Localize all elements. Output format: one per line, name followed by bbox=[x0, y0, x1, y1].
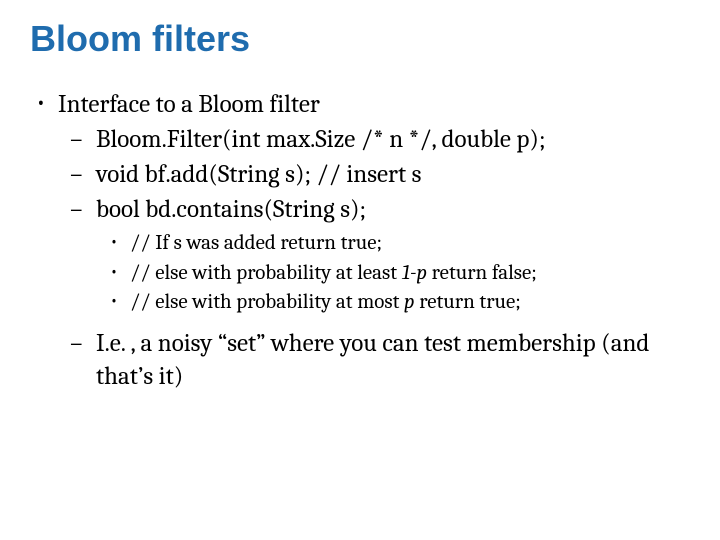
bullet-text: return false; bbox=[427, 261, 537, 285]
bullet-list-lvl1: Interface to a Bloom filter Bloom.Filter… bbox=[30, 88, 690, 393]
bullet-text: I.e. , a noisy “set” where you can test … bbox=[96, 329, 649, 391]
bullet-lvl2-item: bool bd.contains(String s); // If s was … bbox=[58, 193, 690, 317]
bullet-lvl3-item: // If s was added return true; bbox=[96, 230, 690, 258]
bullet-text-italic: 1-p bbox=[402, 261, 427, 285]
bullet-text: // else with probability at most bbox=[130, 290, 404, 314]
slide-body: Interface to a Bloom filter Bloom.Filter… bbox=[30, 88, 690, 393]
bullet-text: return true; bbox=[415, 290, 521, 314]
bullet-text-italic: p bbox=[404, 290, 415, 314]
bullet-text: bool bd.contains(String s); bbox=[96, 195, 366, 224]
bullet-lvl2-item: Bloom.Filter(int max.Size /* n */, doubl… bbox=[58, 123, 690, 156]
bullet-text: Interface to a Bloom filter bbox=[58, 90, 320, 119]
slide: Bloom filters Interface to a Bloom filte… bbox=[0, 0, 720, 540]
bullet-lvl3-item: // else with probability at least 1-p re… bbox=[96, 260, 690, 288]
bullet-text: // else with probability at least bbox=[130, 261, 402, 285]
bullet-lvl3-item: // else with probability at most p retur… bbox=[96, 289, 690, 317]
bullet-text: Bloom.Filter(int max.Size /* n */, doubl… bbox=[96, 125, 546, 154]
slide-title: Bloom filters bbox=[30, 18, 690, 60]
bullet-list-lvl3: // If s was added return true; // else w… bbox=[96, 230, 690, 317]
bullet-text: void bf.add(String s); // insert s bbox=[96, 160, 421, 189]
bullet-text: // If s was added return true; bbox=[130, 231, 382, 255]
bullet-list-lvl2: Bloom.Filter(int max.Size /* n */, doubl… bbox=[58, 123, 690, 393]
bullet-lvl2-item: void bf.add(String s); // insert s bbox=[58, 158, 690, 191]
bullet-lvl2-item: I.e. , a noisy “set” where you can test … bbox=[58, 327, 690, 393]
bullet-lvl1-item: Interface to a Bloom filter Bloom.Filter… bbox=[30, 88, 690, 393]
